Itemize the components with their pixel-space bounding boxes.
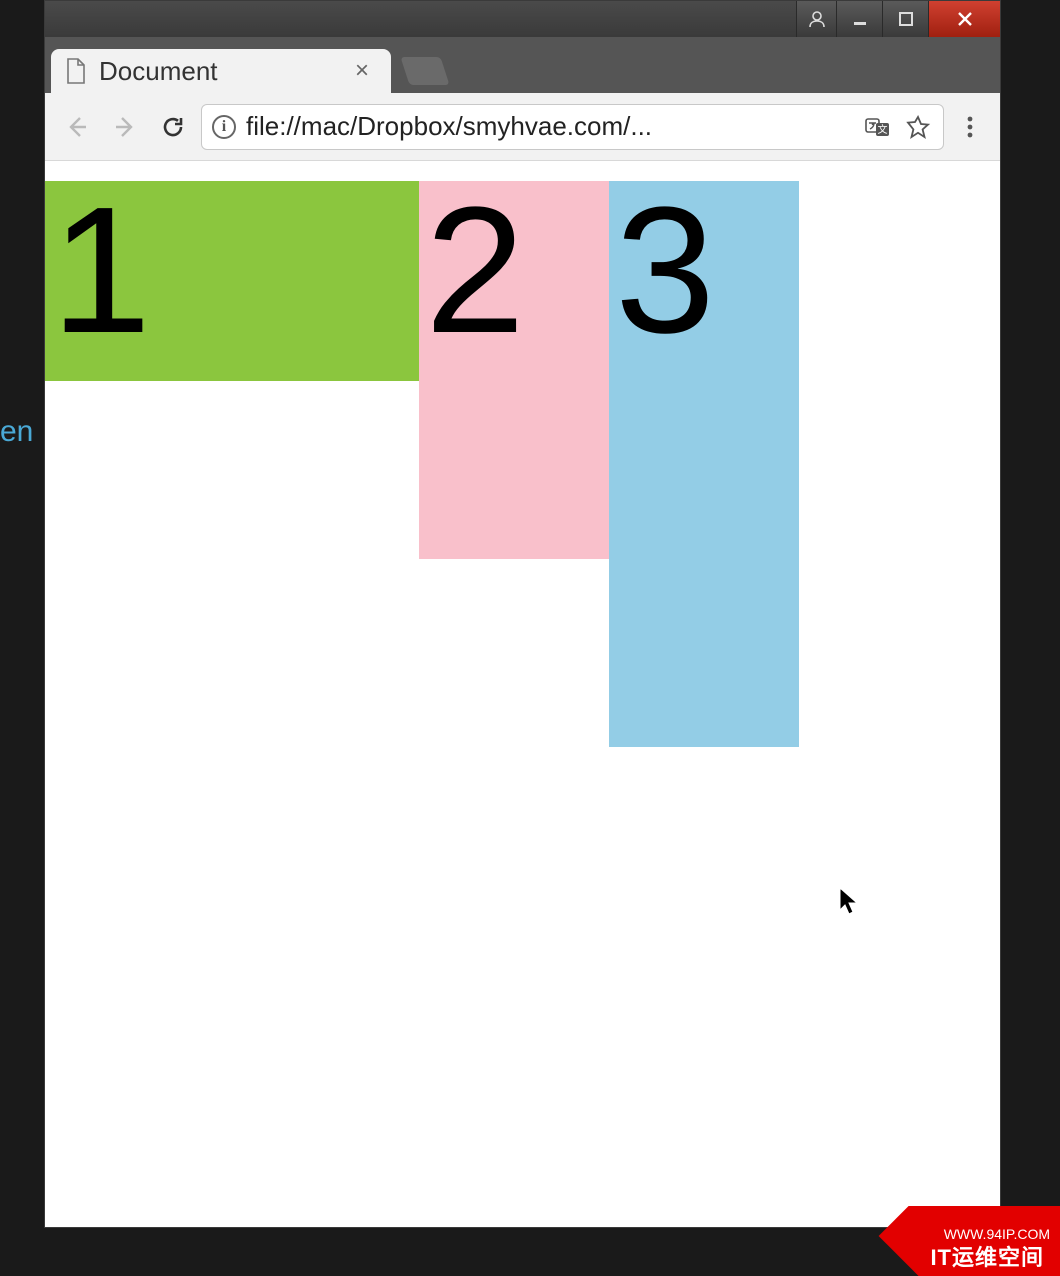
watermark-label: IT运维空间 xyxy=(930,1240,1044,1272)
box-1: 1 xyxy=(45,181,419,381)
browser-menu-button[interactable] xyxy=(952,109,988,145)
translate-icon: 文 xyxy=(865,115,891,139)
maximize-button[interactable] xyxy=(882,1,928,37)
minimize-button[interactable] xyxy=(836,1,882,37)
maximize-icon xyxy=(897,10,915,28)
window-titlebar xyxy=(45,1,1000,37)
star-icon xyxy=(905,114,931,140)
svg-text:文: 文 xyxy=(878,123,888,136)
tab-strip: Document × xyxy=(45,37,1000,93)
forward-button[interactable] xyxy=(105,107,145,147)
tab-close-button[interactable]: × xyxy=(349,57,375,85)
minimize-icon xyxy=(851,10,869,28)
watermark: WWW.94IP.COM IT运维空间 xyxy=(840,1206,1060,1276)
user-button[interactable] xyxy=(796,1,836,37)
close-icon xyxy=(955,9,975,29)
url-text: file://mac/Dropbox/smyhvae.com/... xyxy=(246,111,853,142)
new-tab-button[interactable] xyxy=(400,57,449,85)
site-info-icon[interactable]: i xyxy=(212,115,236,139)
page-viewport: 1 2 3 xyxy=(45,161,1000,1227)
forward-arrow-icon xyxy=(112,114,138,140)
background-text-fragment: en xyxy=(0,415,33,449)
mouse-cursor-icon xyxy=(839,887,861,917)
box-3: 3 xyxy=(609,181,799,747)
browser-tab[interactable]: Document × xyxy=(51,49,391,93)
flex-container: 1 2 3 xyxy=(45,181,1000,747)
reload-button[interactable] xyxy=(153,107,193,147)
close-window-button[interactable] xyxy=(928,1,1000,37)
browser-toolbar: i file://mac/Dropbox/smyhvae.com/... 文 xyxy=(45,93,1000,161)
browser-window: Document × i file://mac/Dropbox/smyhvae.… xyxy=(44,0,1001,1228)
back-button[interactable] xyxy=(57,107,97,147)
user-icon xyxy=(808,10,826,28)
address-bar[interactable]: i file://mac/Dropbox/smyhvae.com/... 文 xyxy=(201,104,944,150)
kebab-menu-icon xyxy=(966,114,974,140)
back-arrow-icon xyxy=(64,114,90,140)
tab-title: Document xyxy=(99,56,337,87)
translate-button[interactable]: 文 xyxy=(863,115,893,139)
reload-icon xyxy=(160,114,186,140)
bookmark-button[interactable] xyxy=(903,114,933,140)
box-2: 2 xyxy=(419,181,609,559)
file-icon xyxy=(65,58,87,84)
